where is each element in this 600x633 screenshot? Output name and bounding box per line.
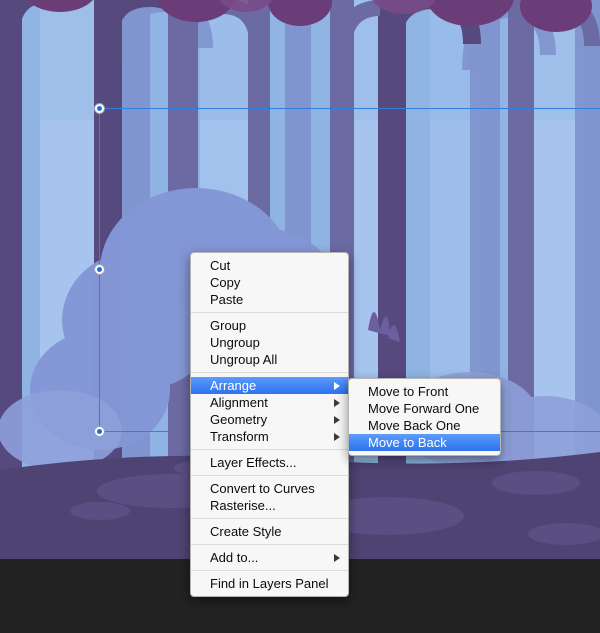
submenu-item-move-to-front[interactable]: Move to Front [349,383,500,400]
menu-item-label: Add to... [210,550,259,565]
menu-item-label: Ungroup All [210,352,278,367]
menu-item-label: Group [210,318,247,333]
menu-item-ungroup-all[interactable]: Ungroup All [191,351,348,368]
menu-item-label: Cut [210,258,231,273]
object-context-menu[interactable]: Cut Copy Paste Group Ungroup Ungroup All… [190,252,349,597]
chevron-right-icon [334,415,340,424]
menu-item-cut[interactable]: Cut [191,257,348,274]
chevron-right-icon [334,553,340,562]
menu-separator [191,372,348,373]
menu-item-add-to[interactable]: Add to... [191,549,348,566]
submenu-item-move-to-back[interactable]: Move to Back [349,434,500,451]
selection-handle-bottom-left[interactable] [94,426,105,437]
menu-item-geometry[interactable]: Geometry [191,411,348,428]
menu-item-convert-to-curves[interactable]: Convert to Curves [191,480,348,497]
menu-item-label: Ungroup [210,335,260,350]
menu-item-find-in-layers-panel[interactable]: Find in Layers Panel [191,575,348,592]
menu-item-layer-effects[interactable]: Layer Effects... [191,454,348,471]
menu-item-label: Move to Front [368,384,449,399]
chevron-right-icon [334,432,340,441]
chevron-right-icon [334,398,340,407]
menu-item-label: Paste [210,292,244,307]
menu-item-arrange[interactable]: Arrange [191,377,348,394]
menu-separator [191,570,348,571]
selection-handle-middle-left[interactable] [94,264,105,275]
menu-item-rasterise[interactable]: Rasterise... [191,497,348,514]
menu-separator [191,518,348,519]
menu-separator [191,475,348,476]
menu-separator [191,312,348,313]
menu-item-label: Move Forward One [368,401,480,416]
menu-item-label: Rasterise... [210,498,276,513]
menu-item-label: Convert to Curves [210,481,315,496]
menu-item-label: Move Back One [368,418,461,433]
selection-top-edge [99,108,600,109]
menu-item-label: Layer Effects... [210,455,297,470]
menu-item-label: Geometry [210,412,268,427]
submenu-item-move-forward-one[interactable]: Move Forward One [349,400,500,417]
menu-item-label: Create Style [210,524,282,539]
chevron-right-icon [334,381,340,390]
menu-item-label: Move to Back [368,435,447,450]
menu-separator [191,449,348,450]
editor-window: Cut Copy Paste Group Ungroup Ungroup All… [0,0,600,633]
menu-item-create-style[interactable]: Create Style [191,523,348,540]
menu-item-label: Alignment [210,395,268,410]
selection-handle-top-left[interactable] [94,103,105,114]
menu-item-transform[interactable]: Transform [191,428,348,445]
submenu-item-move-back-one[interactable]: Move Back One [349,417,500,434]
arrange-submenu[interactable]: Move to Front Move Forward One Move Back… [348,378,501,456]
menu-item-group[interactable]: Group [191,317,348,334]
menu-item-paste[interactable]: Paste [191,291,348,308]
menu-item-label: Arrange [210,378,257,393]
menu-separator [191,544,348,545]
menu-item-label: Find in Layers Panel [210,576,329,591]
menu-item-label: Copy [210,275,241,290]
menu-item-alignment[interactable]: Alignment [191,394,348,411]
menu-item-label: Transform [210,429,269,444]
menu-item-copy[interactable]: Copy [191,274,348,291]
menu-item-ungroup[interactable]: Ungroup [191,334,348,351]
